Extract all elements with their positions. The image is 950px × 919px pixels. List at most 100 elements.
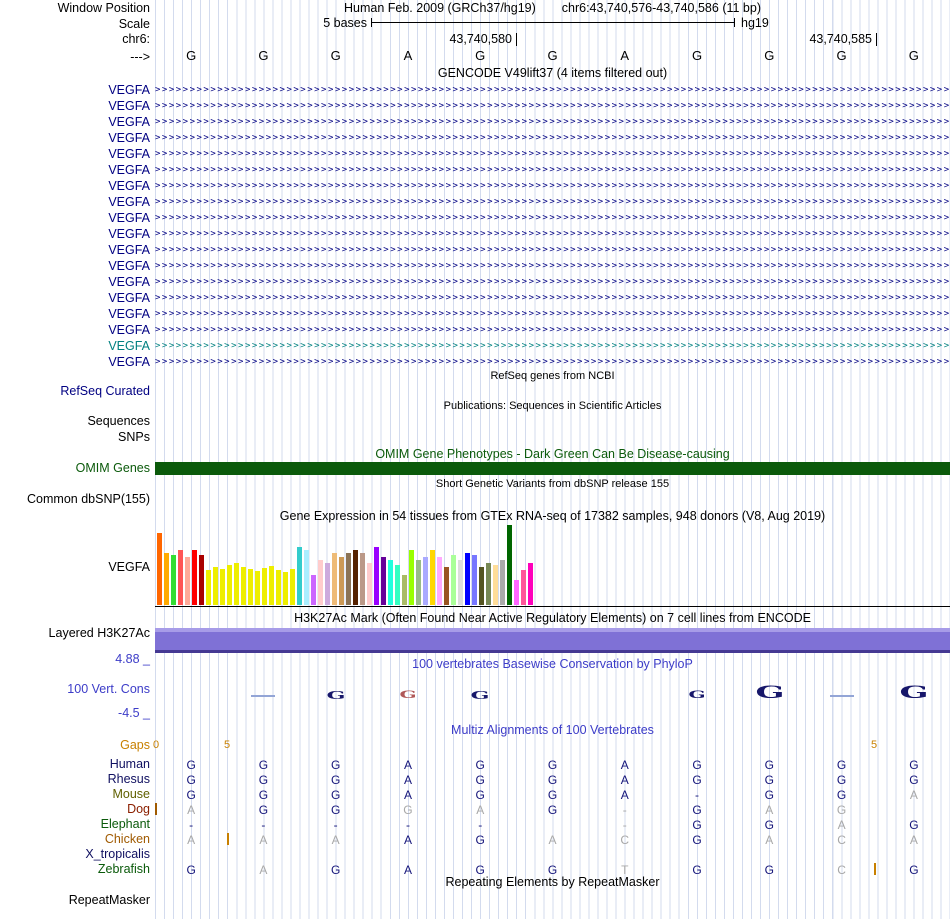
gencode-transcript-label[interactable]: VEGFA [0,82,150,98]
h3k27ac-signal-band-bottom[interactable] [155,650,950,653]
gtex-bar[interactable] [493,565,498,605]
gencode-transcript-label[interactable]: VEGFA [0,338,150,354]
cons-glyph[interactable]: G [884,683,944,703]
gencode-transcript-row[interactable]: >>>>>>>>>>>>>>>>>>>>>>>>>>>>>>>>>>>>>>>>… [155,290,950,306]
gencode-transcript-row[interactable]: >>>>>>>>>>>>>>>>>>>>>>>>>>>>>>>>>>>>>>>>… [155,82,950,98]
gencode-transcript-row[interactable]: >>>>>>>>>>>>>>>>>>>>>>>>>>>>>>>>>>>>>>>>… [155,130,950,146]
gtex-bar[interactable] [241,567,246,605]
repeatmasker-track-label[interactable]: RepeatMasker [0,893,150,907]
gtex-bar[interactable] [353,550,358,605]
refseq-curated-label[interactable]: RefSeq Curated [0,384,150,398]
gtex-bar[interactable] [248,569,253,605]
gtex-bar[interactable] [402,575,407,605]
gencode-transcript-label[interactable]: VEGFA [0,242,150,258]
gtex-bar[interactable] [255,571,260,605]
publications-track-title[interactable]: Publications: Sequences in Scientific Ar… [155,400,950,412]
gtex-bar[interactable] [346,553,351,605]
gtex-bar[interactable] [220,569,225,605]
gtex-bar[interactable] [507,525,512,605]
gtex-bar[interactable] [157,533,162,605]
gencode-transcript-row[interactable]: >>>>>>>>>>>>>>>>>>>>>>>>>>>>>>>>>>>>>>>>… [155,338,950,354]
gencode-transcript-label[interactable]: VEGFA [0,114,150,130]
gtex-bar[interactable] [318,560,323,605]
gtex-bar[interactable] [269,566,274,605]
gtex-bar[interactable] [206,570,211,605]
gtex-bar[interactable] [297,547,302,605]
gtex-bar[interactable] [185,557,190,605]
gtex-bar[interactable] [276,570,281,605]
cons-glyph[interactable]: G [667,690,727,701]
omim-track-title[interactable]: OMIM Gene Phenotypes - Dark Green Can Be… [155,447,950,461]
gtex-bar[interactable] [199,555,204,605]
gtex-bar[interactable] [444,567,449,605]
multiz-track-title[interactable]: Multiz Alignments of 100 Vertebrates [155,723,950,737]
species-label-x_tropicalis[interactable]: X_tropicalis [0,847,150,861]
gencode-transcript-row[interactable]: >>>>>>>>>>>>>>>>>>>>>>>>>>>>>>>>>>>>>>>>… [155,354,950,370]
cons-glyph[interactable]: G [306,689,366,702]
gtex-bar[interactable] [416,560,421,605]
gtex-gene-label[interactable]: VEGFA [0,560,150,574]
gtex-bar[interactable] [171,555,176,605]
gencode-transcript-label[interactable]: VEGFA [0,210,150,226]
gtex-track-title[interactable]: Gene Expression in 54 tissues from GTEx … [155,509,950,523]
gtex-bar[interactable] [290,569,295,605]
gtex-bar[interactable] [451,555,456,605]
conservation-track-title[interactable]: 100 vertebrates Basewise Conservation by… [155,657,950,671]
gtex-bar[interactable] [388,560,393,605]
gtex-bar[interactable] [283,572,288,605]
gtex-bar[interactable] [465,553,470,605]
gtex-bar[interactable] [192,550,197,605]
cons-glyph[interactable]: G [450,689,510,702]
gencode-transcript-row[interactable]: >>>>>>>>>>>>>>>>>>>>>>>>>>>>>>>>>>>>>>>>… [155,194,950,210]
species-label-rhesus[interactable]: Rhesus [0,772,150,786]
gencode-transcript-row[interactable]: >>>>>>>>>>>>>>>>>>>>>>>>>>>>>>>>>>>>>>>>… [155,98,950,114]
omim-genes-label[interactable]: OMIM Genes [0,461,150,475]
gencode-transcript-row[interactable]: >>>>>>>>>>>>>>>>>>>>>>>>>>>>>>>>>>>>>>>>… [155,242,950,258]
gtex-bar[interactable] [479,567,484,605]
species-label-elephant[interactable]: Elephant [0,817,150,831]
gencode-transcript-row[interactable]: >>>>>>>>>>>>>>>>>>>>>>>>>>>>>>>>>>>>>>>>… [155,226,950,242]
genome-browser-track-image[interactable]: Window Position Human Feb. 2009 (GRCh37/… [0,0,950,919]
gtex-bar[interactable] [304,550,309,605]
gtex-bar[interactable] [514,580,519,605]
conservation-track-label[interactable]: 100 Vert. Cons [0,682,150,696]
gtex-bar[interactable] [262,568,267,605]
species-label-mouse[interactable]: Mouse [0,787,150,801]
gtex-bar[interactable] [437,557,442,605]
gencode-transcript-label[interactable]: VEGFA [0,98,150,114]
gencode-transcript-row[interactable]: >>>>>>>>>>>>>>>>>>>>>>>>>>>>>>>>>>>>>>>>… [155,178,950,194]
dbsnp-track-title[interactable]: Short Genetic Variants from dbSNP releas… [155,478,950,490]
gencode-transcript-row[interactable]: >>>>>>>>>>>>>>>>>>>>>>>>>>>>>>>>>>>>>>>>… [155,306,950,322]
species-label-human[interactable]: Human [0,757,150,771]
gencode-transcript-label[interactable]: VEGFA [0,290,150,306]
gtex-bar[interactable] [339,557,344,605]
gtex-bar[interactable] [227,565,232,605]
species-label-dog[interactable]: Dog [0,802,150,816]
gencode-transcript-label[interactable]: VEGFA [0,258,150,274]
h3k27ac-track-title[interactable]: H3K27Ac Mark (Often Found Near Active Re… [155,611,950,625]
gencode-transcript-row[interactable]: >>>>>>>>>>>>>>>>>>>>>>>>>>>>>>>>>>>>>>>>… [155,258,950,274]
gencode-transcript-label[interactable]: VEGFA [0,194,150,210]
gtex-bar[interactable] [430,550,435,605]
gencode-transcript-label[interactable]: VEGFA [0,162,150,178]
gencode-transcript-label[interactable]: VEGFA [0,130,150,146]
gtex-bar[interactable] [500,560,505,605]
gtex-bar[interactable] [367,563,372,605]
gencode-transcript-row[interactable]: >>>>>>>>>>>>>>>>>>>>>>>>>>>>>>>>>>>>>>>>… [155,162,950,178]
gtex-bar[interactable] [381,557,386,605]
refseq-track-title[interactable]: RefSeq genes from NCBI [155,370,950,382]
species-label-chicken[interactable]: Chicken [0,832,150,846]
gtex-bar[interactable] [458,560,463,605]
gtex-bar[interactable] [325,563,330,605]
gtex-bar[interactable] [472,555,477,605]
sequences-track-label[interactable]: Sequences [0,414,150,428]
snps-track-label[interactable]: SNPs [0,430,150,444]
gtex-bar[interactable] [528,563,533,605]
gencode-track-title[interactable]: GENCODE V49lift37 (4 items filtered out) [155,66,950,80]
cons-glyph[interactable]: G [378,690,438,701]
gtex-bar[interactable] [409,550,414,605]
gtex-bar[interactable] [521,570,526,605]
gtex-bar[interactable] [164,553,169,605]
gtex-bar[interactable] [486,563,491,605]
gencode-transcript-row[interactable]: >>>>>>>>>>>>>>>>>>>>>>>>>>>>>>>>>>>>>>>>… [155,146,950,162]
